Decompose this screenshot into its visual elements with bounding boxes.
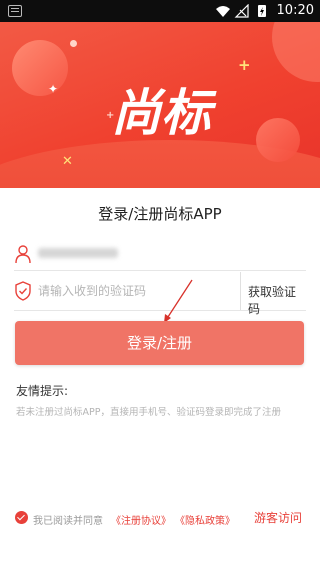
status-bar: 10:20 — [0, 0, 320, 22]
keyboard-icon — [8, 5, 22, 17]
page-title: 登录/注册尚标APP — [98, 205, 222, 223]
battery-icon — [258, 5, 266, 17]
tips-text: 若未注册过尚标APP，直接用手机号、验证码登录即完成了注册 — [16, 407, 281, 418]
login-register-button[interactable]: 登录/注册 — [15, 321, 304, 365]
shield-icon — [15, 281, 31, 301]
agree-checkbox[interactable] — [15, 511, 28, 524]
sparkle-icon: ✕ — [62, 154, 73, 169]
get-code-button[interactable]: 获取验证码 — [248, 283, 306, 317]
decor-dot — [70, 40, 77, 47]
divider — [240, 272, 241, 310]
terms-link[interactable]: 《注册协议》 — [111, 512, 171, 527]
verification-code-input[interactable] — [38, 280, 233, 302]
arrow-annotation-icon — [164, 279, 193, 323]
wifi-icon — [216, 6, 230, 17]
phone-field[interactable]: 18271234568 — [38, 248, 118, 258]
agreement-text: 我已阅读并同意 — [33, 516, 103, 527]
brand-logo-text: 尚标 — [111, 83, 217, 140]
privacy-link[interactable]: 《隐私政策》 — [175, 512, 235, 527]
user-icon — [15, 245, 31, 264]
phone-row[interactable]: 18271234568 — [14, 240, 306, 271]
banner: + + ✦ ✕ 尚标 — [0, 22, 320, 188]
decor-circle — [12, 40, 68, 96]
guest-access-button[interactable]: 游客访问 — [254, 509, 302, 526]
sparkle-icon: ✦ — [48, 82, 59, 96]
tips-title: 友情提示: — [16, 384, 69, 398]
status-icons — [216, 4, 266, 18]
signal-off-icon — [234, 4, 249, 18]
decor-circle — [272, 22, 320, 82]
sparkle-icon: + — [238, 56, 251, 74]
status-time: 10:20 — [276, 3, 314, 18]
decor-circle — [256, 118, 300, 162]
brand-logo: 尚标 — [111, 83, 217, 140]
